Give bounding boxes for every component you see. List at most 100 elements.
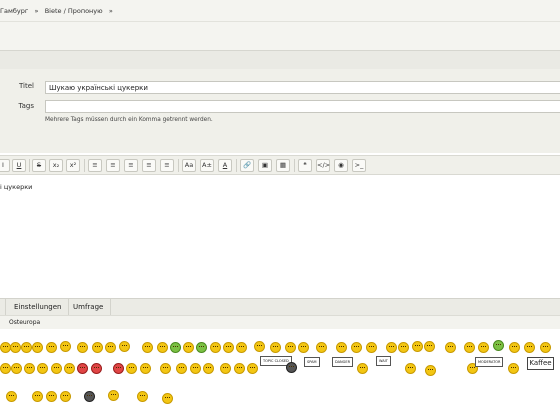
person-icon[interactable]	[84, 391, 95, 402]
smiley-category-osteuropa[interactable]: Osteuropa	[9, 319, 40, 326]
sign-wait-icon[interactable]: WAIT	[376, 356, 391, 366]
align-right-icon[interactable]: ≡	[160, 159, 174, 172]
smiley-icon[interactable]	[32, 342, 43, 353]
smiley-green-icon[interactable]	[196, 342, 207, 353]
smiley-icon[interactable]	[0, 363, 11, 374]
ordered-list-icon[interactable]: ≡	[88, 159, 102, 172]
smiley-icon[interactable]	[508, 363, 519, 374]
smiley-icon[interactable]	[190, 363, 201, 374]
smiley-icon[interactable]	[105, 342, 116, 353]
smiley-icon[interactable]	[236, 342, 247, 353]
smiley-icon[interactable]	[119, 341, 130, 352]
quote-button[interactable]: ❝	[298, 159, 312, 172]
smiley-icon[interactable]	[176, 363, 187, 374]
smiley-icon[interactable]	[405, 363, 416, 374]
smiley-icon[interactable]	[412, 341, 423, 352]
align-left-icon[interactable]: ≡	[124, 159, 138, 172]
smiley-icon[interactable]	[126, 363, 137, 374]
smiley-icon[interactable]	[137, 391, 148, 402]
tags-input[interactable]	[45, 100, 560, 113]
smiley-icon[interactable]	[398, 342, 409, 353]
smiley-icon[interactable]	[464, 342, 475, 353]
smiley-icon[interactable]	[32, 391, 43, 402]
smiley-icon[interactable]	[386, 342, 397, 353]
smiley-icon[interactable]	[524, 342, 535, 353]
smiley-icon[interactable]	[540, 342, 551, 353]
smiley-icon[interactable]	[336, 342, 347, 353]
smiley-icon[interactable]	[424, 341, 435, 352]
smiley-icon[interactable]	[157, 342, 168, 353]
source-button[interactable]: >_	[352, 159, 366, 172]
smiley-icon[interactable]	[11, 363, 22, 374]
smiley-icon[interactable]	[10, 342, 21, 353]
image-icon[interactable]: ▣	[258, 159, 272, 172]
smiley-icon[interactable]	[351, 342, 362, 353]
link-icon[interactable]: 🔗	[240, 159, 254, 172]
underline-button[interactable]: U	[12, 159, 26, 172]
smiley-icon[interactable]	[203, 363, 214, 374]
breadcrumb-item-hamburg[interactable]: Гамбург	[0, 7, 28, 15]
breadcrumb-item-biete[interactable]: Biete / Пропоную	[45, 7, 103, 15]
kaffee-icon[interactable]: Kaffee	[527, 357, 554, 370]
editor-area[interactable]: і цукерки	[0, 175, 560, 298]
smiley-icon[interactable]	[366, 342, 377, 353]
smiley-icon[interactable]	[357, 363, 368, 374]
italic-button[interactable]: I	[0, 159, 10, 172]
cat-icon[interactable]	[286, 362, 297, 373]
smiley-icon[interactable]	[142, 342, 153, 353]
smiley-red-icon[interactable]	[91, 363, 102, 374]
smiley-icon[interactable]	[247, 363, 258, 374]
smiley-icon[interactable]	[64, 363, 75, 374]
tab-poll[interactable]: Umfrage	[66, 299, 112, 316]
smiley-icon[interactable]	[298, 342, 309, 353]
smiley-icon[interactable]	[234, 363, 245, 374]
smiley-icon[interactable]	[140, 363, 151, 374]
smiley-icon[interactable]	[509, 342, 520, 353]
smiley-icon[interactable]	[24, 363, 35, 374]
font-size-button[interactable]: Aa	[182, 159, 196, 172]
smiley-icon[interactable]	[425, 365, 436, 376]
smiley-icon[interactable]	[210, 342, 221, 353]
smiley-icon[interactable]	[478, 342, 489, 353]
sign-moderator-icon[interactable]: MODERATOR	[475, 357, 504, 367]
smiley-icon[interactable]	[108, 390, 119, 401]
smiley-icon[interactable]	[220, 363, 231, 374]
smiley-icon[interactable]	[316, 342, 327, 353]
smiley-icon[interactable]	[92, 342, 103, 353]
sign-spam-icon[interactable]: SPAM	[304, 357, 320, 367]
smiley-icon[interactable]	[162, 393, 173, 404]
editor-content[interactable]: і цукерки	[0, 183, 32, 191]
tab-smileys[interactable]	[0, 299, 6, 316]
title-input[interactable]: Шукаю українські цукерки	[45, 81, 560, 94]
text-size-button[interactable]: A±	[200, 159, 214, 172]
smiley-green-icon[interactable]	[493, 340, 504, 351]
smiley-red-icon[interactable]	[77, 363, 88, 374]
smiley-icon[interactable]	[445, 342, 456, 353]
smiley-icon[interactable]	[60, 341, 71, 352]
heart-icon[interactable]	[113, 363, 124, 374]
smiley-icon[interactable]	[254, 341, 265, 352]
superscript-button[interactable]: x²	[66, 159, 80, 172]
smiley-green-icon[interactable]	[170, 342, 181, 353]
table-icon[interactable]: ▦	[276, 159, 290, 172]
smiley-icon[interactable]	[60, 391, 71, 402]
code-button[interactable]: </>	[316, 159, 330, 172]
sign-danger-icon[interactable]: DANGER	[332, 357, 354, 367]
smiley-icon[interactable]	[37, 363, 48, 374]
text-color-button[interactable]: A	[218, 159, 232, 172]
unordered-list-icon[interactable]: ≡	[106, 159, 120, 172]
smiley-icon[interactable]	[21, 342, 32, 353]
align-center-icon[interactable]: ≡	[142, 159, 156, 172]
smiley-icon[interactable]	[6, 391, 17, 402]
smiley-icon[interactable]	[223, 342, 234, 353]
tab-settings[interactable]: Einstellungen	[7, 299, 70, 316]
spoiler-icon[interactable]: ◉	[334, 159, 348, 172]
strikethrough-button[interactable]: S	[32, 159, 46, 172]
smiley-icon[interactable]	[270, 342, 281, 353]
smiley-icon[interactable]	[183, 342, 194, 353]
subscript-button[interactable]: x₂	[49, 159, 63, 172]
smiley-icon[interactable]	[46, 342, 57, 353]
smiley-icon[interactable]	[77, 342, 88, 353]
smiley-icon[interactable]	[51, 363, 62, 374]
smiley-icon[interactable]	[285, 342, 296, 353]
